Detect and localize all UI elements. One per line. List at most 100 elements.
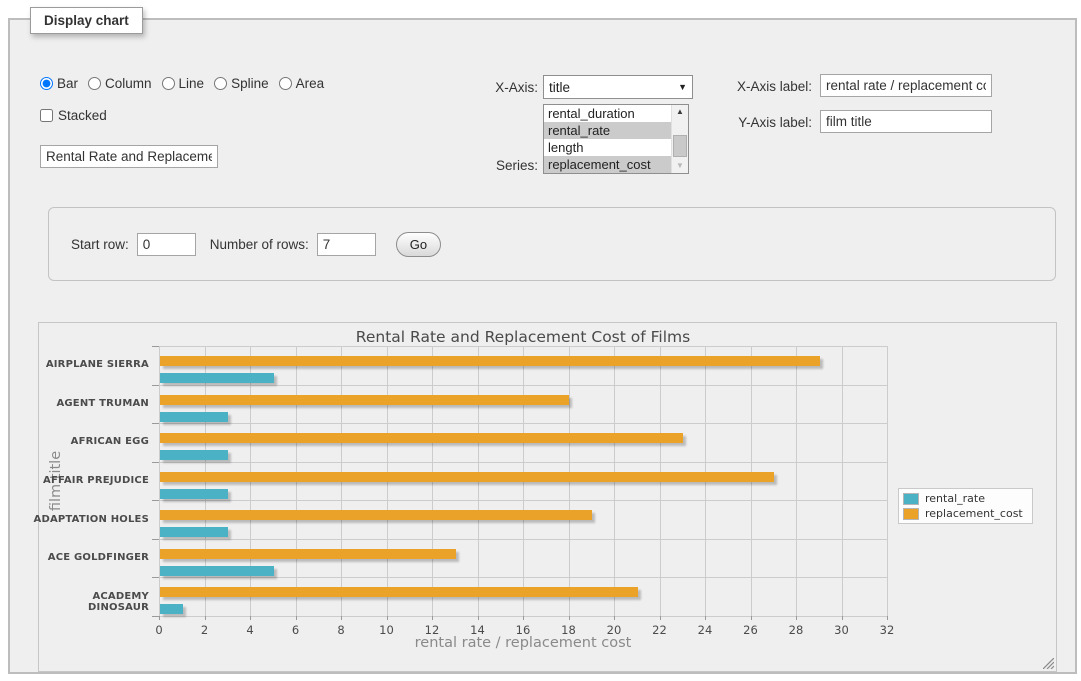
- y-tick-mark: [152, 385, 159, 386]
- y-tick-mark: [152, 346, 159, 347]
- chart-type-label: Bar: [57, 76, 78, 91]
- x-tick-mark: [751, 616, 752, 620]
- series-option-length[interactable]: length: [544, 139, 671, 156]
- chart-type-line[interactable]: Line: [162, 76, 205, 91]
- gridline-vertical: [796, 346, 797, 616]
- series-option-rental_rate[interactable]: rental_rate: [544, 122, 671, 139]
- x-tick-label: 14: [458, 623, 498, 637]
- xaxis-label-input[interactable]: [820, 74, 992, 97]
- x-tick-label: 4: [230, 623, 270, 637]
- bar-rental_rate: [160, 412, 228, 422]
- chevron-down-icon: ▼: [678, 82, 687, 92]
- num-rows-input[interactable]: [317, 233, 376, 256]
- category-label: ADAPTATION HOLES: [33, 514, 149, 525]
- chart-type-options: Bar Column Line Spline Area: [40, 76, 334, 91]
- gridline-horizontal: [159, 539, 887, 540]
- x-tick-mark: [205, 616, 206, 620]
- x-tick-label: 22: [640, 623, 680, 637]
- legend-swatch-replacement_cost: [903, 508, 919, 520]
- x-tick-mark: [159, 616, 160, 620]
- chart-type-column[interactable]: Column: [88, 76, 152, 91]
- legend-swatch-rental_rate: [903, 493, 919, 505]
- y-tick-mark: [152, 462, 159, 463]
- rows-panel: Start row: Number of rows: Go: [48, 207, 1056, 281]
- series-listbox[interactable]: rental_durationrental_ratelengthreplacem…: [543, 104, 689, 174]
- x-tick-label: 8: [321, 623, 361, 637]
- go-button[interactable]: Go: [396, 232, 441, 257]
- x-tick-mark: [250, 616, 251, 620]
- series-option-replacement_cost[interactable]: replacement_cost: [544, 156, 671, 173]
- x-tick-label: 30: [822, 623, 862, 637]
- scrollbar-thumb[interactable]: [673, 135, 687, 157]
- chart-type-bar[interactable]: Bar: [40, 76, 78, 91]
- series-option-rental_duration[interactable]: rental_duration: [544, 105, 671, 122]
- series-options: rental_durationrental_ratelengthreplacem…: [544, 105, 671, 173]
- gridline-horizontal: [159, 500, 887, 501]
- resize-grip-icon[interactable]: [1043, 658, 1054, 669]
- start-row-label: Start row:: [71, 237, 129, 252]
- xaxis-select[interactable]: title ▼: [543, 75, 693, 99]
- chart-type-spline[interactable]: Spline: [214, 76, 269, 91]
- yaxis-text-label: Y-Axis label:: [710, 115, 812, 130]
- num-rows-label: Number of rows:: [210, 237, 309, 252]
- scroll-up-icon[interactable]: ▲: [672, 105, 688, 119]
- category-label: AFRICAN EGG: [33, 436, 149, 447]
- category-label: ACE GOLDFINGER: [33, 552, 149, 563]
- x-tick-label: 16: [503, 623, 543, 637]
- chart-type-radio-bar[interactable]: [40, 77, 53, 90]
- bar-rental_rate: [160, 489, 228, 499]
- bar-replacement_cost: [160, 433, 683, 443]
- xaxis-select-label: X-Axis:: [450, 80, 538, 95]
- chart-container: Rental Rate and Replacement Cost of Film…: [38, 322, 1057, 672]
- xaxis-select-value: title: [549, 80, 570, 95]
- panel-title: Display chart: [30, 7, 143, 34]
- chart-type-area[interactable]: Area: [279, 76, 325, 91]
- chart-type-radio-area[interactable]: [279, 77, 292, 90]
- chart-type-label: Line: [179, 76, 205, 91]
- x-tick-label: 2: [185, 623, 225, 637]
- x-tick-mark: [614, 616, 615, 620]
- yaxis-label-input[interactable]: [820, 110, 992, 133]
- category-label: AFFAIR PREJUDICE: [33, 475, 149, 486]
- chart-type-radio-line[interactable]: [162, 77, 175, 90]
- x-tick-mark: [705, 616, 706, 620]
- bar-replacement_cost: [160, 356, 820, 366]
- x-tick-label: 12: [412, 623, 452, 637]
- x-tick-label: 20: [594, 623, 634, 637]
- gridline-horizontal: [159, 346, 887, 347]
- gridline-horizontal: [159, 577, 887, 578]
- scrollbar[interactable]: ▲ ▼: [671, 105, 688, 173]
- series-listbox-label: Series:: [450, 158, 538, 173]
- bar-replacement_cost: [160, 510, 592, 520]
- chart-title-input[interactable]: [40, 145, 218, 168]
- chart-type-radio-column[interactable]: [88, 77, 101, 90]
- scroll-down-icon[interactable]: ▼: [672, 159, 688, 173]
- stacked-option[interactable]: Stacked: [40, 108, 107, 123]
- chart-type-label: Area: [296, 76, 325, 91]
- chart-type-label: Spline: [231, 76, 269, 91]
- page: Display chart Bar Column Line Spline Area St…: [0, 0, 1081, 681]
- category-label: AIRPLANE SIERRA: [33, 359, 149, 370]
- x-tick-mark: [523, 616, 524, 620]
- bar-rental_rate: [160, 604, 183, 614]
- y-tick-mark: [152, 423, 159, 424]
- x-tick-mark: [660, 616, 661, 620]
- start-row-input[interactable]: [137, 233, 196, 256]
- x-tick-label: 24: [685, 623, 725, 637]
- category-label: AGENT TRUMAN: [33, 398, 149, 409]
- x-tick-mark: [842, 616, 843, 620]
- x-tick-label: 18: [549, 623, 589, 637]
- bar-rental_rate: [160, 566, 274, 576]
- x-tick-mark: [569, 616, 570, 620]
- gridline-horizontal: [159, 423, 887, 424]
- stacked-checkbox[interactable]: [40, 109, 53, 122]
- bar-replacement_cost: [160, 472, 774, 482]
- x-tick-label: 6: [276, 623, 316, 637]
- x-tick-label: 0: [139, 623, 179, 637]
- x-tick-mark: [296, 616, 297, 620]
- chart-title: Rental Rate and Replacement Cost of Film…: [159, 328, 887, 346]
- y-tick-mark: [152, 500, 159, 501]
- x-tick-mark: [432, 616, 433, 620]
- chart-type-radio-spline[interactable]: [214, 77, 227, 90]
- y-tick-mark: [152, 616, 159, 617]
